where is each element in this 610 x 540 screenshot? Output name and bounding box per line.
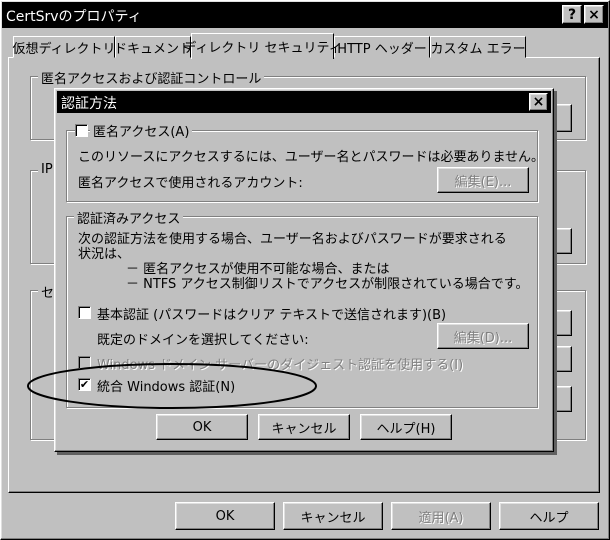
window-title: CertSrvのプロパティ <box>6 9 142 25</box>
tab-directory-security[interactable]: ディレクトリ セキュリティ <box>183 33 342 59</box>
anon-auth-control-label: 匿名アクセスおよび認証コントロール <box>38 68 265 87</box>
tab-custom-errors[interactable]: カスタム エラー <box>430 36 526 58</box>
checkmark-icon: ✔ <box>79 378 90 391</box>
tab-http-headers[interactable]: HTTP ヘッダー <box>334 36 430 58</box>
anon-access-label: 匿名アクセス(A) <box>90 121 193 140</box>
auth-desc-line1: 次の認証方法を使用する場合、ユーザー名およびパスワードが要求される <box>78 232 507 247</box>
anon-access-desc: このリソースにアクセスするには、ユーザー名とパスワードは必要ありません。 <box>78 150 545 165</box>
properties-title-bar[interactable]: CertSrvのプロパティ ? × <box>2 2 608 28</box>
auth-dialog-close-button[interactable]: × <box>529 93 548 111</box>
dialog-help-button[interactable]: ヘルプ(H) <box>360 414 452 440</box>
auth-dialog-title: 認証方法 <box>61 96 117 112</box>
main-cancel-button[interactable]: キャンセル <box>283 502 383 530</box>
digest-auth-checkbox[interactable] <box>78 356 91 369</box>
tab-documents[interactable]: ドキュメント <box>114 36 192 58</box>
dialog-ok-button[interactable]: OK <box>156 414 248 440</box>
basic-auth-label[interactable]: 基本認証 (パスワードはクリア テキストで送信されます)(B) <box>97 304 446 323</box>
close-icon: × <box>532 94 545 110</box>
auth-desc-line2: 状況は、 <box>78 247 131 262</box>
anon-access-checkbox[interactable] <box>75 124 88 137</box>
digest-auth-label[interactable]: Windows ドメイン サーバーのダイジェスト認証を使用する(I) <box>97 354 463 373</box>
integrated-auth-checkbox[interactable]: ✔ <box>78 378 91 391</box>
anon-account-label: 匿名アクセスで使用されるアカウント: <box>78 176 303 191</box>
dialog-cancel-button[interactable]: キャンセル <box>258 414 350 440</box>
anon-edit-button[interactable]: 編集(E)... <box>437 167 529 193</box>
main-apply-button[interactable]: 適用(A) <box>391 502 491 530</box>
default-domain-label: 既定のドメインを選択してください: <box>97 333 309 348</box>
domain-edit-button[interactable]: 編集(D)... <box>437 323 529 349</box>
help-title-button[interactable]: ? <box>562 5 582 24</box>
tab-virtual-directory[interactable]: 仮想ディレクトリ <box>12 36 116 58</box>
auth-bullet2: － NTFS アクセス制御リストでアクセスが制限されている場合です。 <box>126 277 529 292</box>
close-icon: × <box>588 6 600 23</box>
auth-dialog-title-bar[interactable]: 認証方法 × <box>57 91 551 113</box>
main-ok-button[interactable]: OK <box>175 502 275 530</box>
close-title-button[interactable]: × <box>584 5 604 24</box>
auth-access-label: 認証済みアクセス <box>74 208 184 227</box>
main-help-button[interactable]: ヘルプ <box>499 502 599 530</box>
integrated-auth-label[interactable]: 統合 Windows 認証(N) <box>97 376 235 395</box>
basic-auth-checkbox[interactable] <box>78 306 91 319</box>
